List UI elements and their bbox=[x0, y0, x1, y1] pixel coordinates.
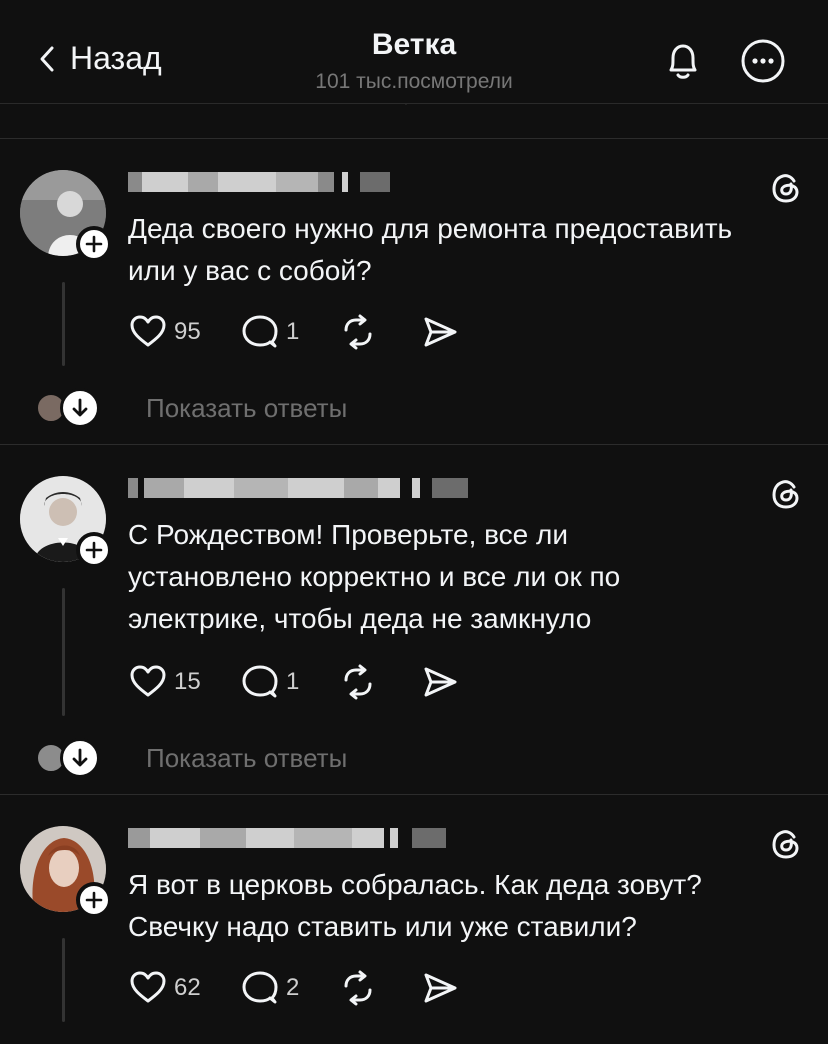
repost-icon bbox=[344, 664, 372, 700]
plus-icon bbox=[85, 891, 103, 909]
comment-icon bbox=[242, 971, 278, 1004]
comment-button[interactable]: 2 bbox=[240, 968, 338, 1008]
show-replies-link[interactable]: Показать ответы bbox=[146, 743, 347, 774]
arrow-down-icon bbox=[60, 388, 100, 428]
comment-button[interactable]: 1 bbox=[240, 312, 338, 352]
post-text-line: Деда своего нужно для ремонта предостави… bbox=[128, 213, 733, 244]
show-replies-row[interactable]: Показать ответы bbox=[36, 738, 347, 778]
comment-count: 1 bbox=[286, 318, 300, 345]
post-text-line: или у вас с собой? bbox=[128, 255, 372, 286]
like-count: 95 bbox=[174, 318, 201, 345]
comment-count: 1 bbox=[286, 668, 300, 695]
threads-logo-icon[interactable] bbox=[768, 476, 804, 512]
header-divider bbox=[0, 103, 828, 104]
threads-logo-icon[interactable] bbox=[768, 170, 804, 206]
arrow-down-icon bbox=[60, 738, 100, 778]
like-button[interactable]: 62 bbox=[128, 968, 240, 1008]
show-replies-row[interactable]: Показать ответы bbox=[36, 388, 347, 428]
like-count: 62 bbox=[174, 974, 201, 1001]
repost-button[interactable] bbox=[338, 662, 420, 702]
heart-icon bbox=[130, 971, 166, 1003]
threads-logo-icon[interactable] bbox=[768, 826, 804, 862]
separator bbox=[0, 794, 828, 795]
follow-plus-button[interactable] bbox=[76, 226, 112, 262]
plus-icon bbox=[85, 541, 103, 559]
share-button[interactable] bbox=[420, 968, 460, 1008]
thread-line bbox=[62, 588, 65, 716]
post-text-line: установлено корректно и все ли ок по bbox=[128, 561, 621, 592]
repost-icon bbox=[344, 314, 372, 350]
share-icon bbox=[424, 317, 457, 347]
separator bbox=[0, 138, 828, 139]
repost-icon bbox=[344, 970, 372, 1006]
plus-icon bbox=[85, 235, 103, 253]
show-replies-link[interactable]: Показать ответы bbox=[146, 393, 347, 424]
thread-line bbox=[62, 282, 65, 366]
follow-plus-button[interactable] bbox=[76, 882, 112, 918]
heart-icon bbox=[130, 315, 166, 347]
post-text: С Рождеством! Проверьте, все ли установл… bbox=[128, 514, 818, 640]
like-button[interactable]: 95 bbox=[128, 312, 240, 352]
post-text-line: электрике, чтобы деда не замкнуло bbox=[128, 603, 592, 634]
share-icon bbox=[424, 667, 457, 697]
share-button[interactable] bbox=[420, 662, 460, 702]
comment-button[interactable]: 1 bbox=[240, 662, 338, 702]
post-text-line: Я вот в церковь собралась. Как деда зову… bbox=[128, 869, 702, 900]
post-text: Я вот в церковь собралась. Как деда зову… bbox=[128, 864, 818, 948]
post-text-line: С Рождеством! Проверьте, все ли bbox=[128, 519, 569, 550]
post-text-line: Свечку надо ставить или уже ставили? bbox=[128, 911, 637, 942]
share-icon bbox=[424, 973, 457, 1003]
post-text: Деда своего нужно для ремонта предостави… bbox=[128, 208, 818, 292]
comment-count: 2 bbox=[286, 974, 300, 1001]
follow-plus-button[interactable] bbox=[76, 532, 112, 568]
separator bbox=[0, 444, 828, 445]
comment-icon bbox=[242, 665, 278, 698]
top-bar: Назад Ветка 101 тыс.посмотрели bbox=[0, 0, 828, 104]
comment-icon bbox=[242, 315, 278, 348]
thread-line bbox=[62, 938, 65, 1022]
post-actions: 95 1 bbox=[128, 312, 460, 352]
post-actions: 15 1 bbox=[128, 662, 460, 702]
more-icon[interactable] bbox=[740, 38, 786, 84]
like-button[interactable]: 15 bbox=[128, 662, 240, 702]
bell-icon[interactable] bbox=[660, 38, 706, 84]
heart-icon bbox=[130, 665, 166, 697]
repost-button[interactable] bbox=[338, 312, 420, 352]
repost-button[interactable] bbox=[338, 968, 420, 1008]
like-count: 15 bbox=[174, 668, 201, 695]
post-actions: 62 2 bbox=[128, 968, 460, 1008]
share-button[interactable] bbox=[420, 312, 460, 352]
